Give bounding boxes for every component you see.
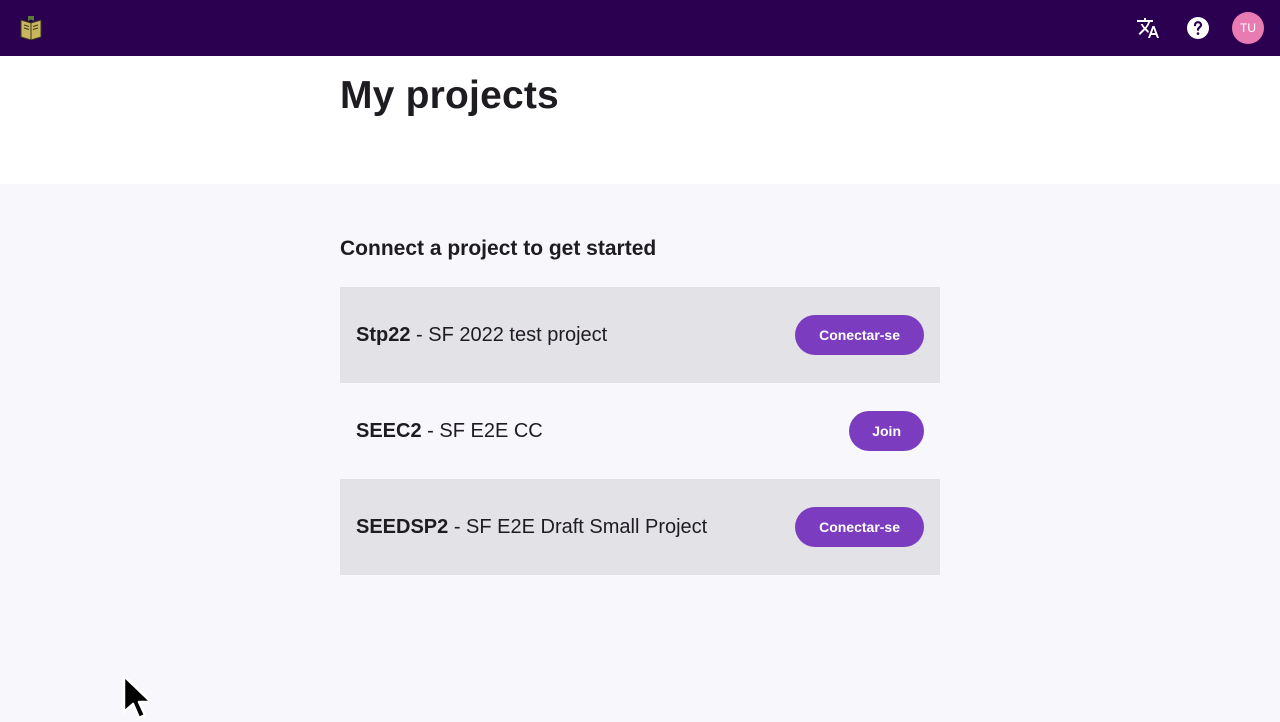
- project-code: SEEC2: [356, 419, 422, 442]
- main-content: Connect a project to get started Stp22 -…: [0, 184, 1280, 721]
- project-row: Stp22 - SF 2022 test project Conectar-se: [340, 287, 940, 383]
- user-avatar[interactable]: TU: [1232, 12, 1264, 44]
- project-separator: -: [448, 515, 467, 538]
- section-title: Connect a project to get started: [340, 237, 657, 260]
- topbar-actions: TU: [1132, 12, 1264, 44]
- project-label: SEEDSP2 - SF E2E Draft Small Project: [356, 516, 707, 539]
- connect-button[interactable]: Conectar-se: [795, 315, 924, 355]
- project-name: SF 2022 test project: [428, 323, 608, 346]
- translate-button[interactable]: [1132, 12, 1164, 44]
- page-header: My projects: [0, 56, 1280, 184]
- project-label: SEEC2 - SF E2E CC: [356, 420, 543, 443]
- translate-icon: [1137, 18, 1159, 38]
- project-name: SF E2E CC: [439, 419, 543, 442]
- project-label: Stp22 - SF 2022 test project: [356, 324, 607, 347]
- project-list: Stp22 - SF 2022 test project Conectar-se…: [340, 287, 940, 575]
- project-name: SF E2E Draft Small Project: [466, 515, 708, 538]
- project-separator: -: [410, 323, 429, 346]
- help-button[interactable]: [1182, 12, 1214, 44]
- help-icon: [1187, 17, 1209, 39]
- project-code: Stp22: [356, 323, 411, 346]
- project-row: SEEC2 - SF E2E CC Join: [340, 383, 940, 479]
- project-separator: -: [421, 419, 440, 442]
- mouse-cursor-icon: [122, 674, 153, 720]
- app-topbar: TU: [0, 0, 1280, 56]
- connect-button[interactable]: Conectar-se: [795, 507, 924, 547]
- book-logo-icon[interactable]: [20, 16, 42, 40]
- project-code: SEEDSP2: [356, 515, 449, 538]
- page-title: My projects: [340, 74, 559, 117]
- project-row: SEEDSP2 - SF E2E Draft Small Project Con…: [340, 479, 940, 575]
- join-button[interactable]: Join: [849, 411, 924, 451]
